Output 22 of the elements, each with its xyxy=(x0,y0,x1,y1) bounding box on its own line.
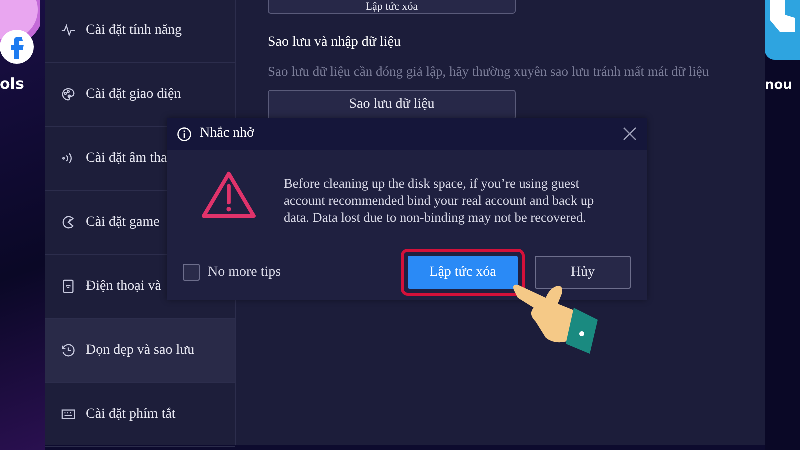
backup-button[interactable]: Sao lưu dữ liệu xyxy=(268,90,516,120)
clear-button[interactable]: Lập tức xóa xyxy=(268,0,516,14)
app-label: ols xyxy=(0,75,24,93)
phone-icon xyxy=(61,279,76,294)
checkbox[interactable] xyxy=(183,264,200,281)
game-icon xyxy=(61,215,76,230)
palette-icon xyxy=(61,87,76,102)
pulse-icon xyxy=(61,23,76,38)
warning-message: Before cleaning up the disk space, if you’re using guest account recommended bind your real account and back up data. Data lost due to non-binding may not be recovered. xyxy=(284,175,596,226)
sidebar-item[interactable]: Cài đặt phím tắt xyxy=(45,383,235,447)
info-icon xyxy=(177,126,192,142)
keyboard-icon xyxy=(61,407,76,422)
cancel-button[interactable]: Hủy xyxy=(535,256,631,289)
close-icon[interactable] xyxy=(623,127,637,141)
history-icon xyxy=(61,343,76,358)
app-label: nou xyxy=(765,78,792,93)
sidebar-item[interactable]: Dọn dẹp và sao lưu xyxy=(45,319,235,383)
sidebar-item[interactable]: Cài đặt tính năng xyxy=(45,0,235,63)
touch-app-icon[interactable] xyxy=(765,0,800,60)
section-title: Sao lưu và nhập dữ liệu xyxy=(268,35,401,51)
warning-icon xyxy=(200,170,258,220)
section-description: Sao lưu dữ liệu cần đóng giả lập, hãy thường xuyên sao lưu tránh mất mát dữ liệu xyxy=(268,64,710,80)
